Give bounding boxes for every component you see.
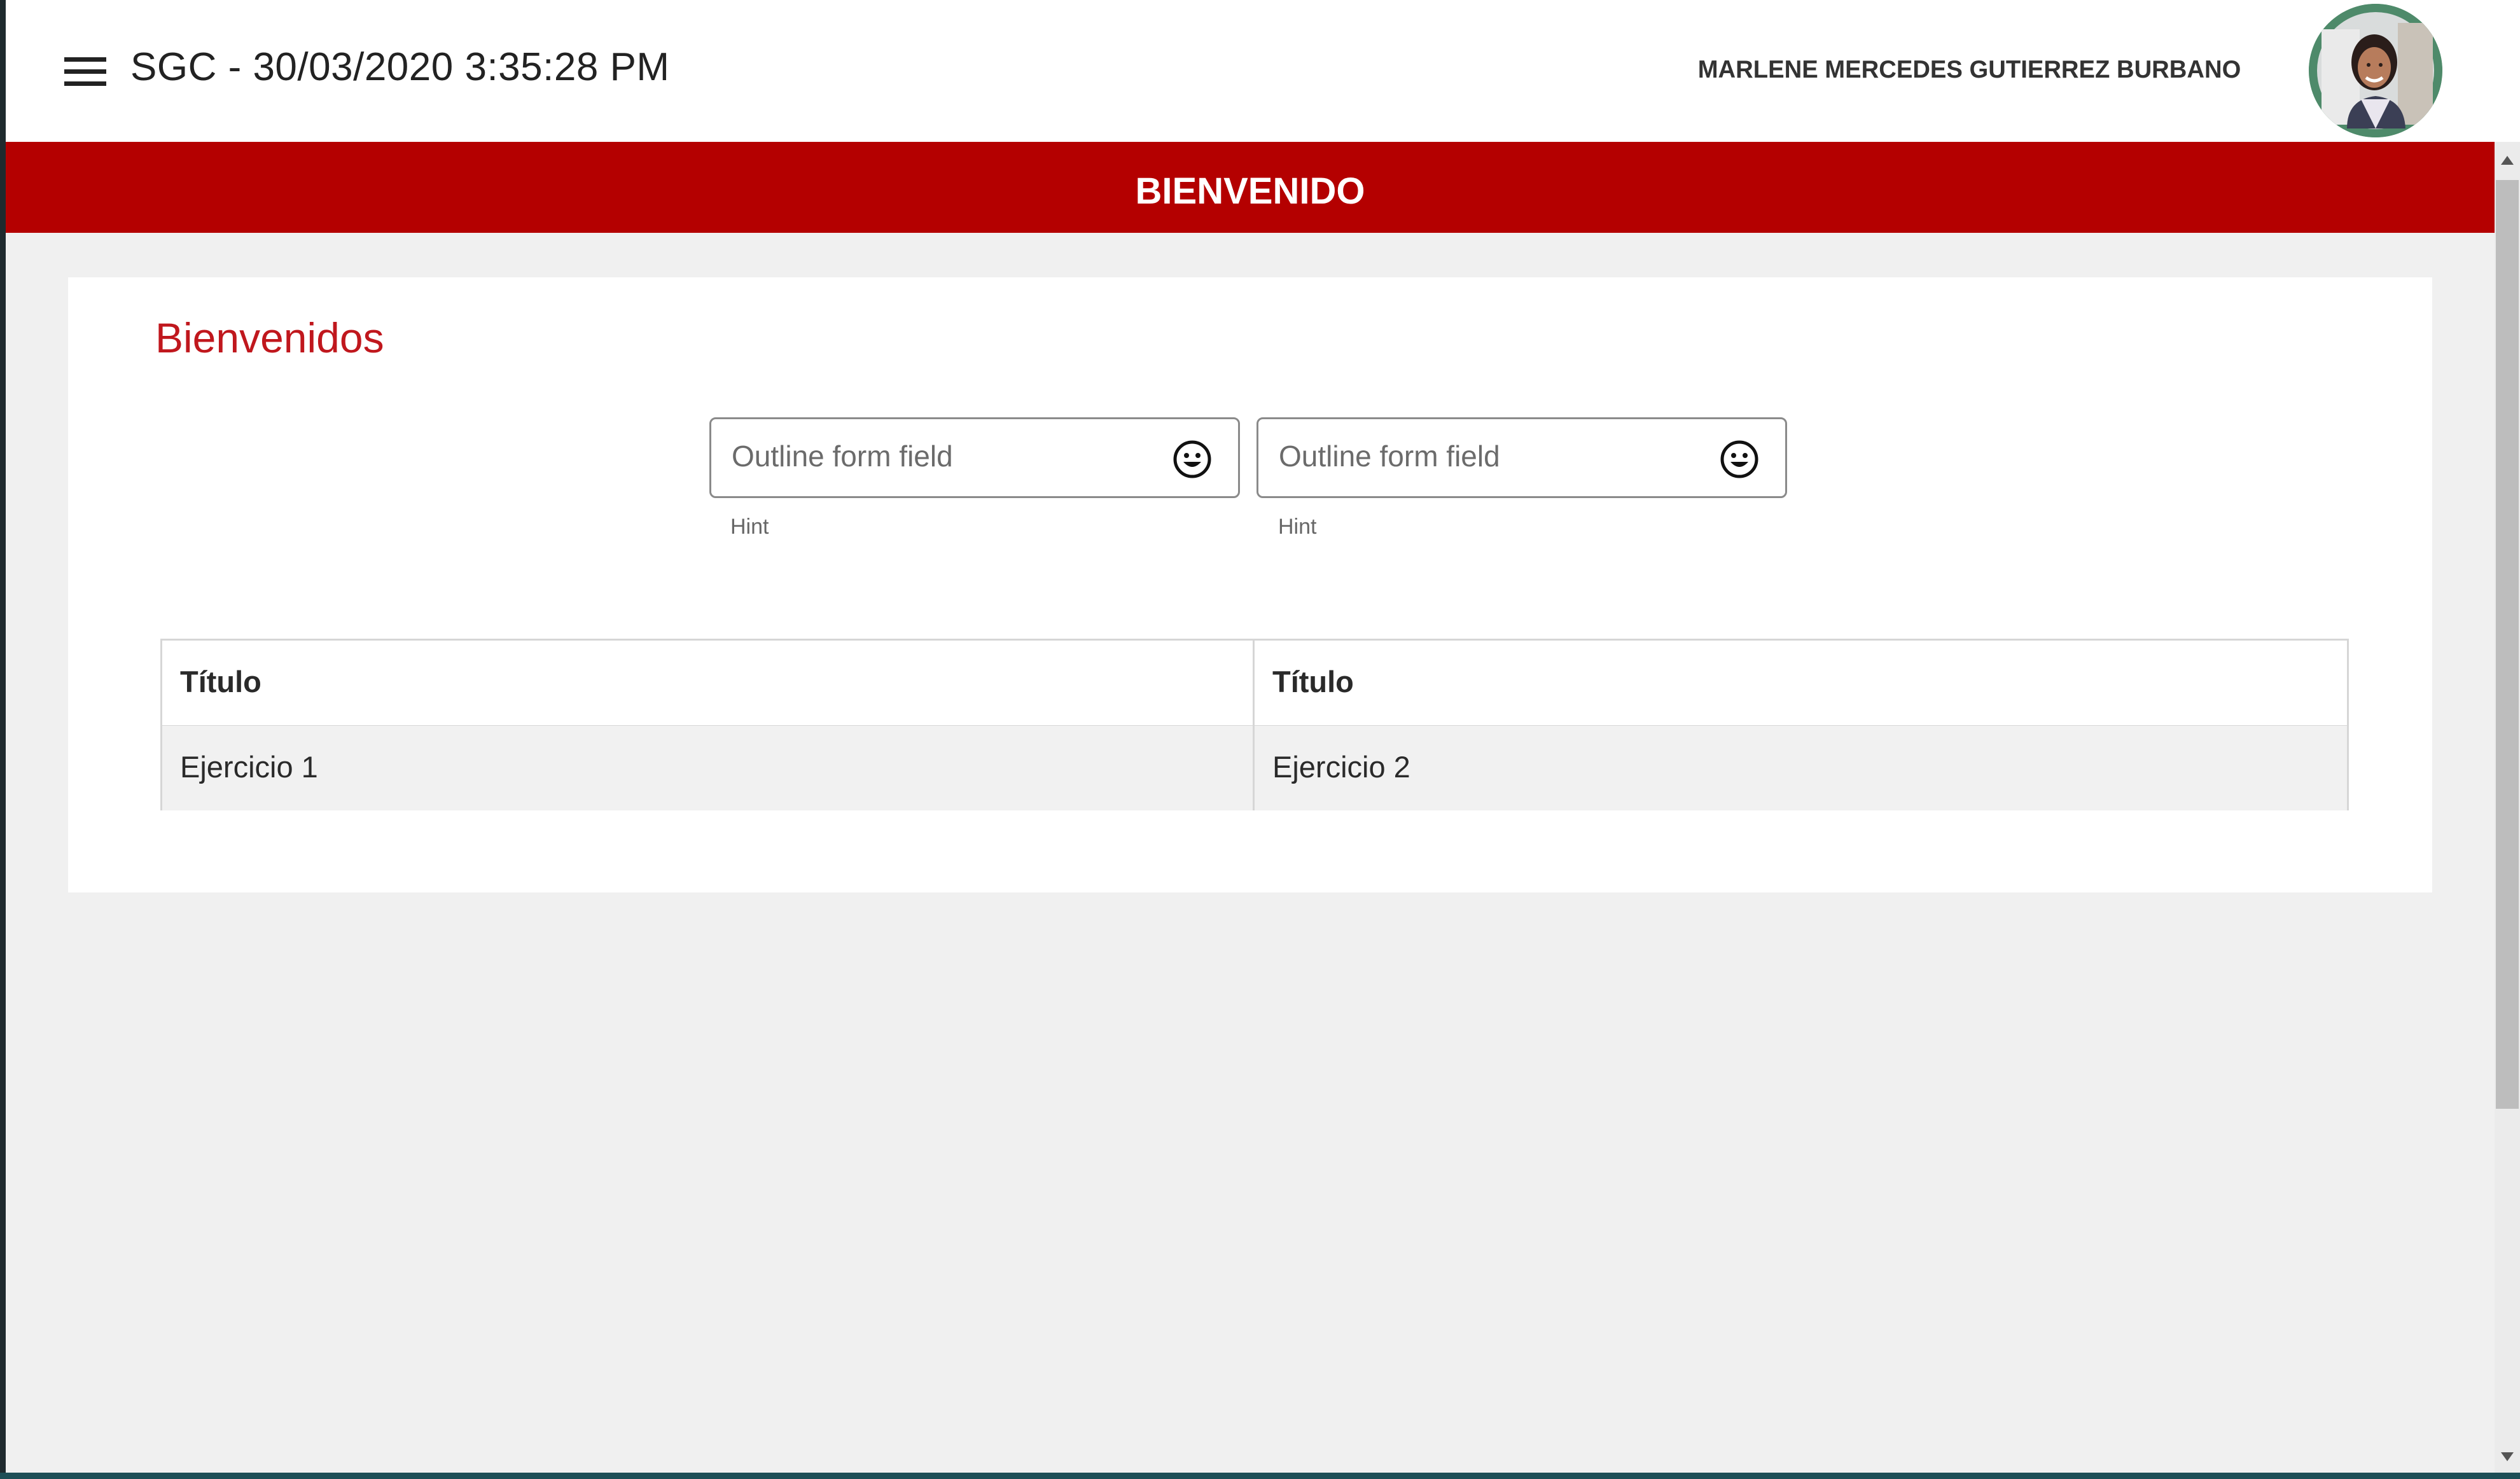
field-hint-2: Hint xyxy=(1278,515,1317,539)
banner-title: BIENVENIDO xyxy=(1135,170,1365,212)
scroll-up-arrow-icon[interactable] xyxy=(2495,149,2520,175)
smiley-face-icon xyxy=(1720,440,1758,478)
app-window: SGC - 30/03/2020 3:35:28 PM MARLENE MERC… xyxy=(6,0,2520,1473)
table-header-row: Título Título xyxy=(162,641,2347,727)
outline-input-2[interactable] xyxy=(1277,432,1713,480)
scrollbar-thumb[interactable] xyxy=(2496,180,2519,1109)
table-cell: Ejercicio 1 xyxy=(162,726,1255,810)
data-table: Título Título Ejercicio 1 Ejercicio 2 xyxy=(160,639,2349,810)
outline-form-field-1[interactable] xyxy=(709,417,1240,498)
user-avatar[interactable] xyxy=(2309,4,2442,137)
window-bottom-edge xyxy=(0,1473,2520,1479)
vertical-scrollbar[interactable] xyxy=(2495,142,2520,1473)
welcome-banner: BIENVENIDO xyxy=(6,142,2495,233)
outline-input-1[interactable] xyxy=(730,432,1166,480)
app-title: SGC - 30/03/2020 3:35:28 PM xyxy=(130,45,670,89)
welcome-card: Bienvenidos Hint Hint Título xyxy=(68,277,2432,892)
smiley-face-icon xyxy=(1173,440,1211,478)
user-name[interactable]: MARLENE MERCEDES GUTIERREZ BURBANO xyxy=(1698,56,2241,84)
table-header-cell[interactable]: Título xyxy=(162,641,1255,725)
hamburger-menu-icon[interactable] xyxy=(64,53,109,89)
user-avatar-photo xyxy=(2309,4,2442,137)
window-left-edge xyxy=(0,0,6,1479)
scroll-down-arrow-icon[interactable] xyxy=(2495,1443,2520,1469)
table-row[interactable]: Ejercicio 1 Ejercicio 2 xyxy=(162,726,2347,810)
table-header-cell[interactable]: Título xyxy=(1255,641,2347,725)
field-hint-1: Hint xyxy=(730,515,769,539)
table-cell: Ejercicio 2 xyxy=(1272,750,1410,784)
card-title: Bienvenidos xyxy=(155,314,384,361)
outline-form-field-2[interactable] xyxy=(1257,417,1787,498)
top-toolbar: SGC - 30/03/2020 3:35:28 PM MARLENE MERC… xyxy=(6,0,2520,142)
